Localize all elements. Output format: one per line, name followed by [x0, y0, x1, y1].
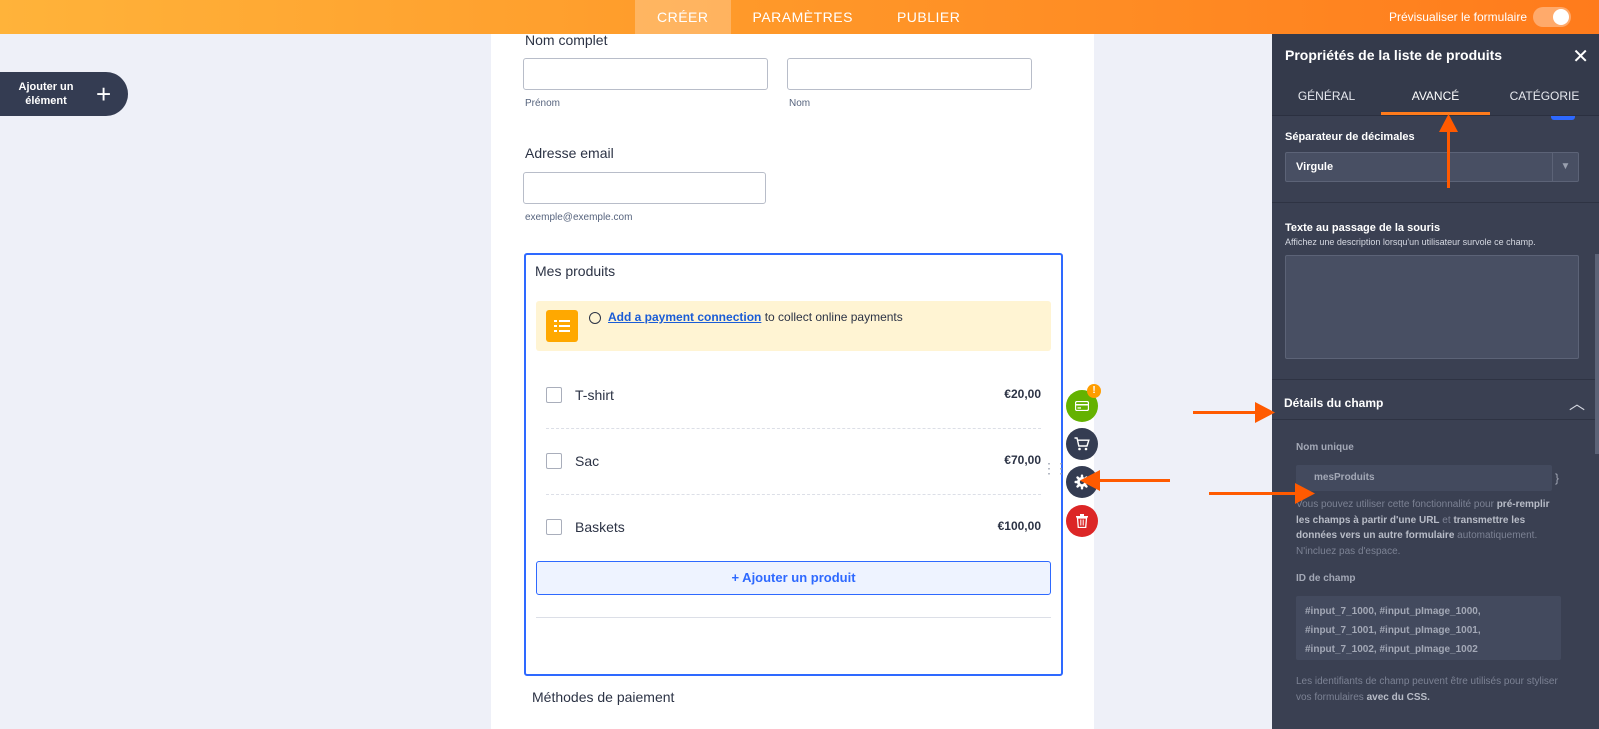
arrow-right-head [1255, 402, 1275, 423]
arrow-right-shaft-2 [1209, 492, 1297, 495]
arrow-up-shaft [1447, 130, 1450, 188]
arrow-left-head [1080, 470, 1100, 491]
arrow-up-head [1439, 114, 1458, 132]
arrow-left-shaft [1100, 479, 1170, 482]
arrow-right-shaft [1193, 411, 1257, 414]
arrow-right-head-2 [1295, 483, 1315, 504]
annotation-arrows [1080, 114, 1458, 504]
